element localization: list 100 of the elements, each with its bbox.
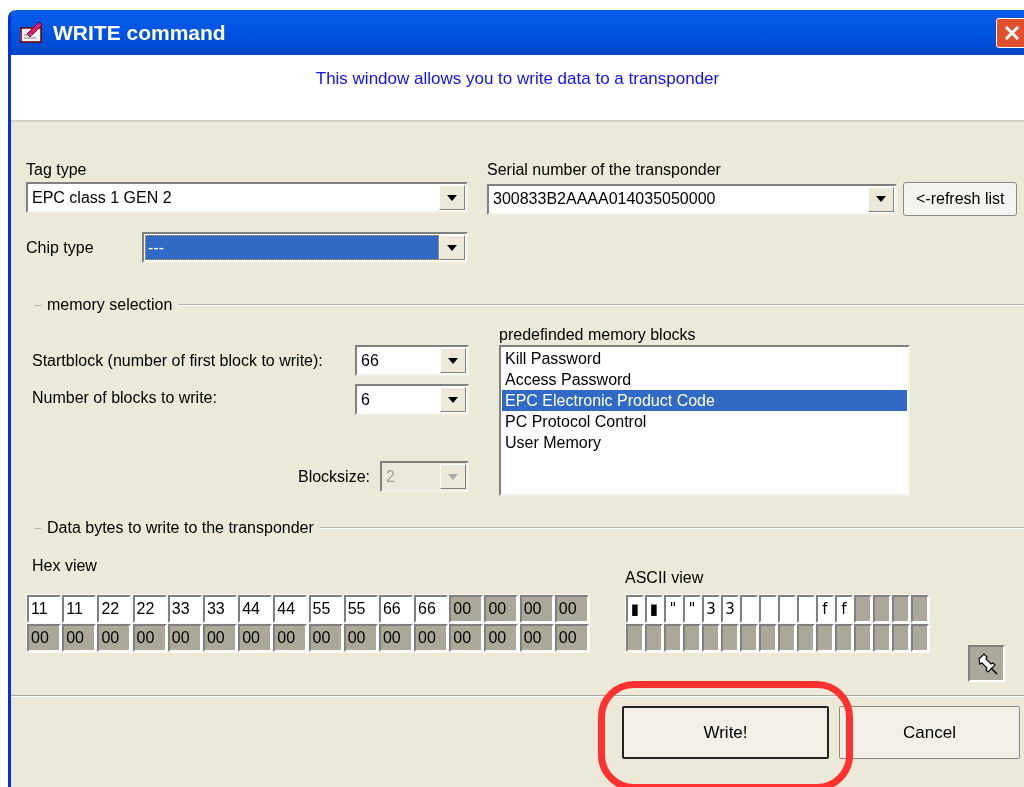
hex-byte-field[interactable]: 00 (414, 624, 449, 653)
hex-byte-field[interactable]: 11 (27, 595, 61, 623)
ascii-char-field[interactable] (892, 624, 910, 652)
field-label: Chip type (26, 237, 95, 258)
write-button[interactable]: Write! (622, 706, 829, 759)
dropdown-button[interactable] (439, 235, 465, 260)
serial-number-dropdown[interactable]: 300833B2AAAA014035050000 (487, 183, 897, 215)
ascii-char-field[interactable]: f (816, 595, 834, 623)
hex-byte-field[interactable]: 66 (414, 595, 449, 623)
hex-byte-field[interactable]: 33 (167, 595, 202, 623)
hex-byte-field[interactable]: 00 (484, 595, 519, 623)
field-label: Blocksize: (296, 466, 371, 487)
list-item[interactable]: Access Password (502, 369, 907, 390)
hex-byte-field[interactable]: 00 (167, 624, 202, 653)
field-label: Number of blocks to write: (32, 388, 218, 408)
hex-byte-field[interactable]: 33 (202, 595, 237, 623)
hex-byte-field[interactable]: 11 (62, 595, 97, 623)
group-title: Data bytes to write to the transponder (47, 518, 314, 538)
ascii-char-field[interactable] (835, 624, 853, 652)
ascii-char-field[interactable] (664, 624, 682, 652)
pin-button[interactable] (968, 645, 1005, 682)
hex-byte-field[interactable]: 00 (202, 624, 237, 653)
caret-icon (876, 196, 886, 202)
ascii-char-field[interactable] (911, 595, 929, 623)
ascii-char-field[interactable]: f (835, 595, 853, 623)
ascii-char-field[interactable]: " (664, 595, 682, 623)
window-title: WRITE command (53, 19, 226, 46)
hex-byte-field[interactable]: 22 (132, 595, 167, 623)
ascii-char-field[interactable] (740, 624, 758, 652)
hex-byte-field[interactable]: 00 (343, 624, 378, 653)
ascii-char-field[interactable]: ▮ (645, 595, 663, 623)
hex-byte-field[interactable]: 44 (273, 595, 308, 623)
hex-byte-field[interactable]: 00 (554, 595, 589, 623)
ascii-char-field[interactable] (778, 624, 796, 652)
field-label: Hex view (31, 556, 98, 576)
hex-byte-field[interactable]: 00 (449, 624, 484, 653)
tag-type-dropdown[interactable]: EPC class 1 GEN 2 (26, 182, 468, 213)
ascii-char-field[interactable] (759, 595, 777, 623)
startblock-dropdown[interactable]: 66 (355, 345, 469, 376)
field-label: Tag type (26, 160, 88, 180)
cancel-button[interactable]: Cancel (839, 706, 1020, 759)
ascii-char-field[interactable] (797, 624, 815, 652)
hex-byte-field[interactable]: 00 (484, 624, 519, 653)
caret-icon (448, 396, 458, 403)
hex-byte-field[interactable]: 55 (308, 595, 343, 623)
group-title: memory selection (47, 295, 173, 315)
ascii-char-field[interactable] (645, 624, 663, 652)
hex-byte-field[interactable]: 66 (378, 595, 413, 623)
field-label: predefinded memory blocks (499, 325, 697, 345)
hex-byte-field[interactable]: 00 (554, 624, 589, 653)
hex-byte-field[interactable]: 00 (238, 624, 273, 653)
hex-byte-field[interactable]: 00 (27, 624, 61, 653)
list-item[interactable]: PC Protocol Control (502, 411, 907, 432)
hex-byte-field[interactable]: 22 (97, 595, 132, 623)
hex-byte-field[interactable]: 00 (273, 624, 308, 653)
ascii-char-field[interactable] (721, 624, 739, 652)
list-item[interactable]: EPC Electronic Product Code (502, 390, 907, 411)
chip-type-dropdown[interactable]: --- (142, 232, 468, 263)
ascii-char-field[interactable] (797, 595, 815, 623)
dropdown-button[interactable] (439, 185, 465, 210)
hex-byte-field[interactable]: 00 (519, 595, 554, 623)
ascii-char-field[interactable] (854, 595, 872, 623)
ascii-char-field[interactable] (759, 624, 777, 652)
ascii-char-field[interactable] (873, 624, 891, 652)
caret-icon (447, 244, 457, 251)
ascii-char-field[interactable] (778, 595, 796, 623)
ascii-char-field[interactable]: " (683, 595, 701, 623)
ascii-char-field[interactable] (873, 595, 891, 623)
hex-byte-field[interactable]: 44 (238, 595, 273, 623)
block-count-dropdown[interactable]: 6 (355, 384, 469, 415)
ascii-char-field[interactable] (626, 624, 644, 652)
refresh-list-button[interactable]: <-refresh list (903, 182, 1018, 216)
dropdown-button[interactable] (868, 186, 894, 212)
caret-icon (448, 473, 458, 480)
dropdown-button[interactable] (440, 387, 466, 412)
hex-byte-field[interactable]: 00 (62, 624, 97, 653)
ascii-char-field[interactable] (854, 624, 872, 652)
dropdown-button[interactable] (440, 348, 466, 373)
ascii-char-field[interactable] (740, 595, 758, 623)
ascii-char-field[interactable] (683, 624, 701, 652)
hex-byte-field[interactable]: 00 (519, 624, 554, 653)
list-item[interactable]: Kill Password (502, 348, 907, 369)
ascii-char-field[interactable]: ▮ (626, 595, 644, 623)
caret-icon (447, 194, 457, 201)
field-label: Startblock (number of first block to write): (32, 350, 324, 371)
ascii-char-field[interactable] (816, 624, 834, 652)
ascii-char-field[interactable]: 3 (702, 595, 720, 623)
ascii-char-field[interactable] (702, 624, 720, 652)
close-button[interactable] (996, 17, 1024, 48)
list-item[interactable]: User Memory (502, 432, 907, 453)
ascii-char-field[interactable] (892, 595, 910, 623)
ascii-char-field[interactable] (911, 624, 929, 652)
field-label: ASCII view (625, 568, 705, 588)
hex-byte-field[interactable]: 00 (449, 595, 484, 623)
hex-byte-field[interactable]: 00 (308, 624, 343, 653)
hex-byte-field[interactable]: 00 (97, 624, 132, 653)
hex-byte-field[interactable]: 00 (378, 624, 413, 653)
ascii-char-field[interactable]: 3 (721, 595, 739, 623)
hex-byte-field[interactable]: 55 (343, 595, 378, 623)
hex-byte-field[interactable]: 00 (132, 624, 167, 653)
